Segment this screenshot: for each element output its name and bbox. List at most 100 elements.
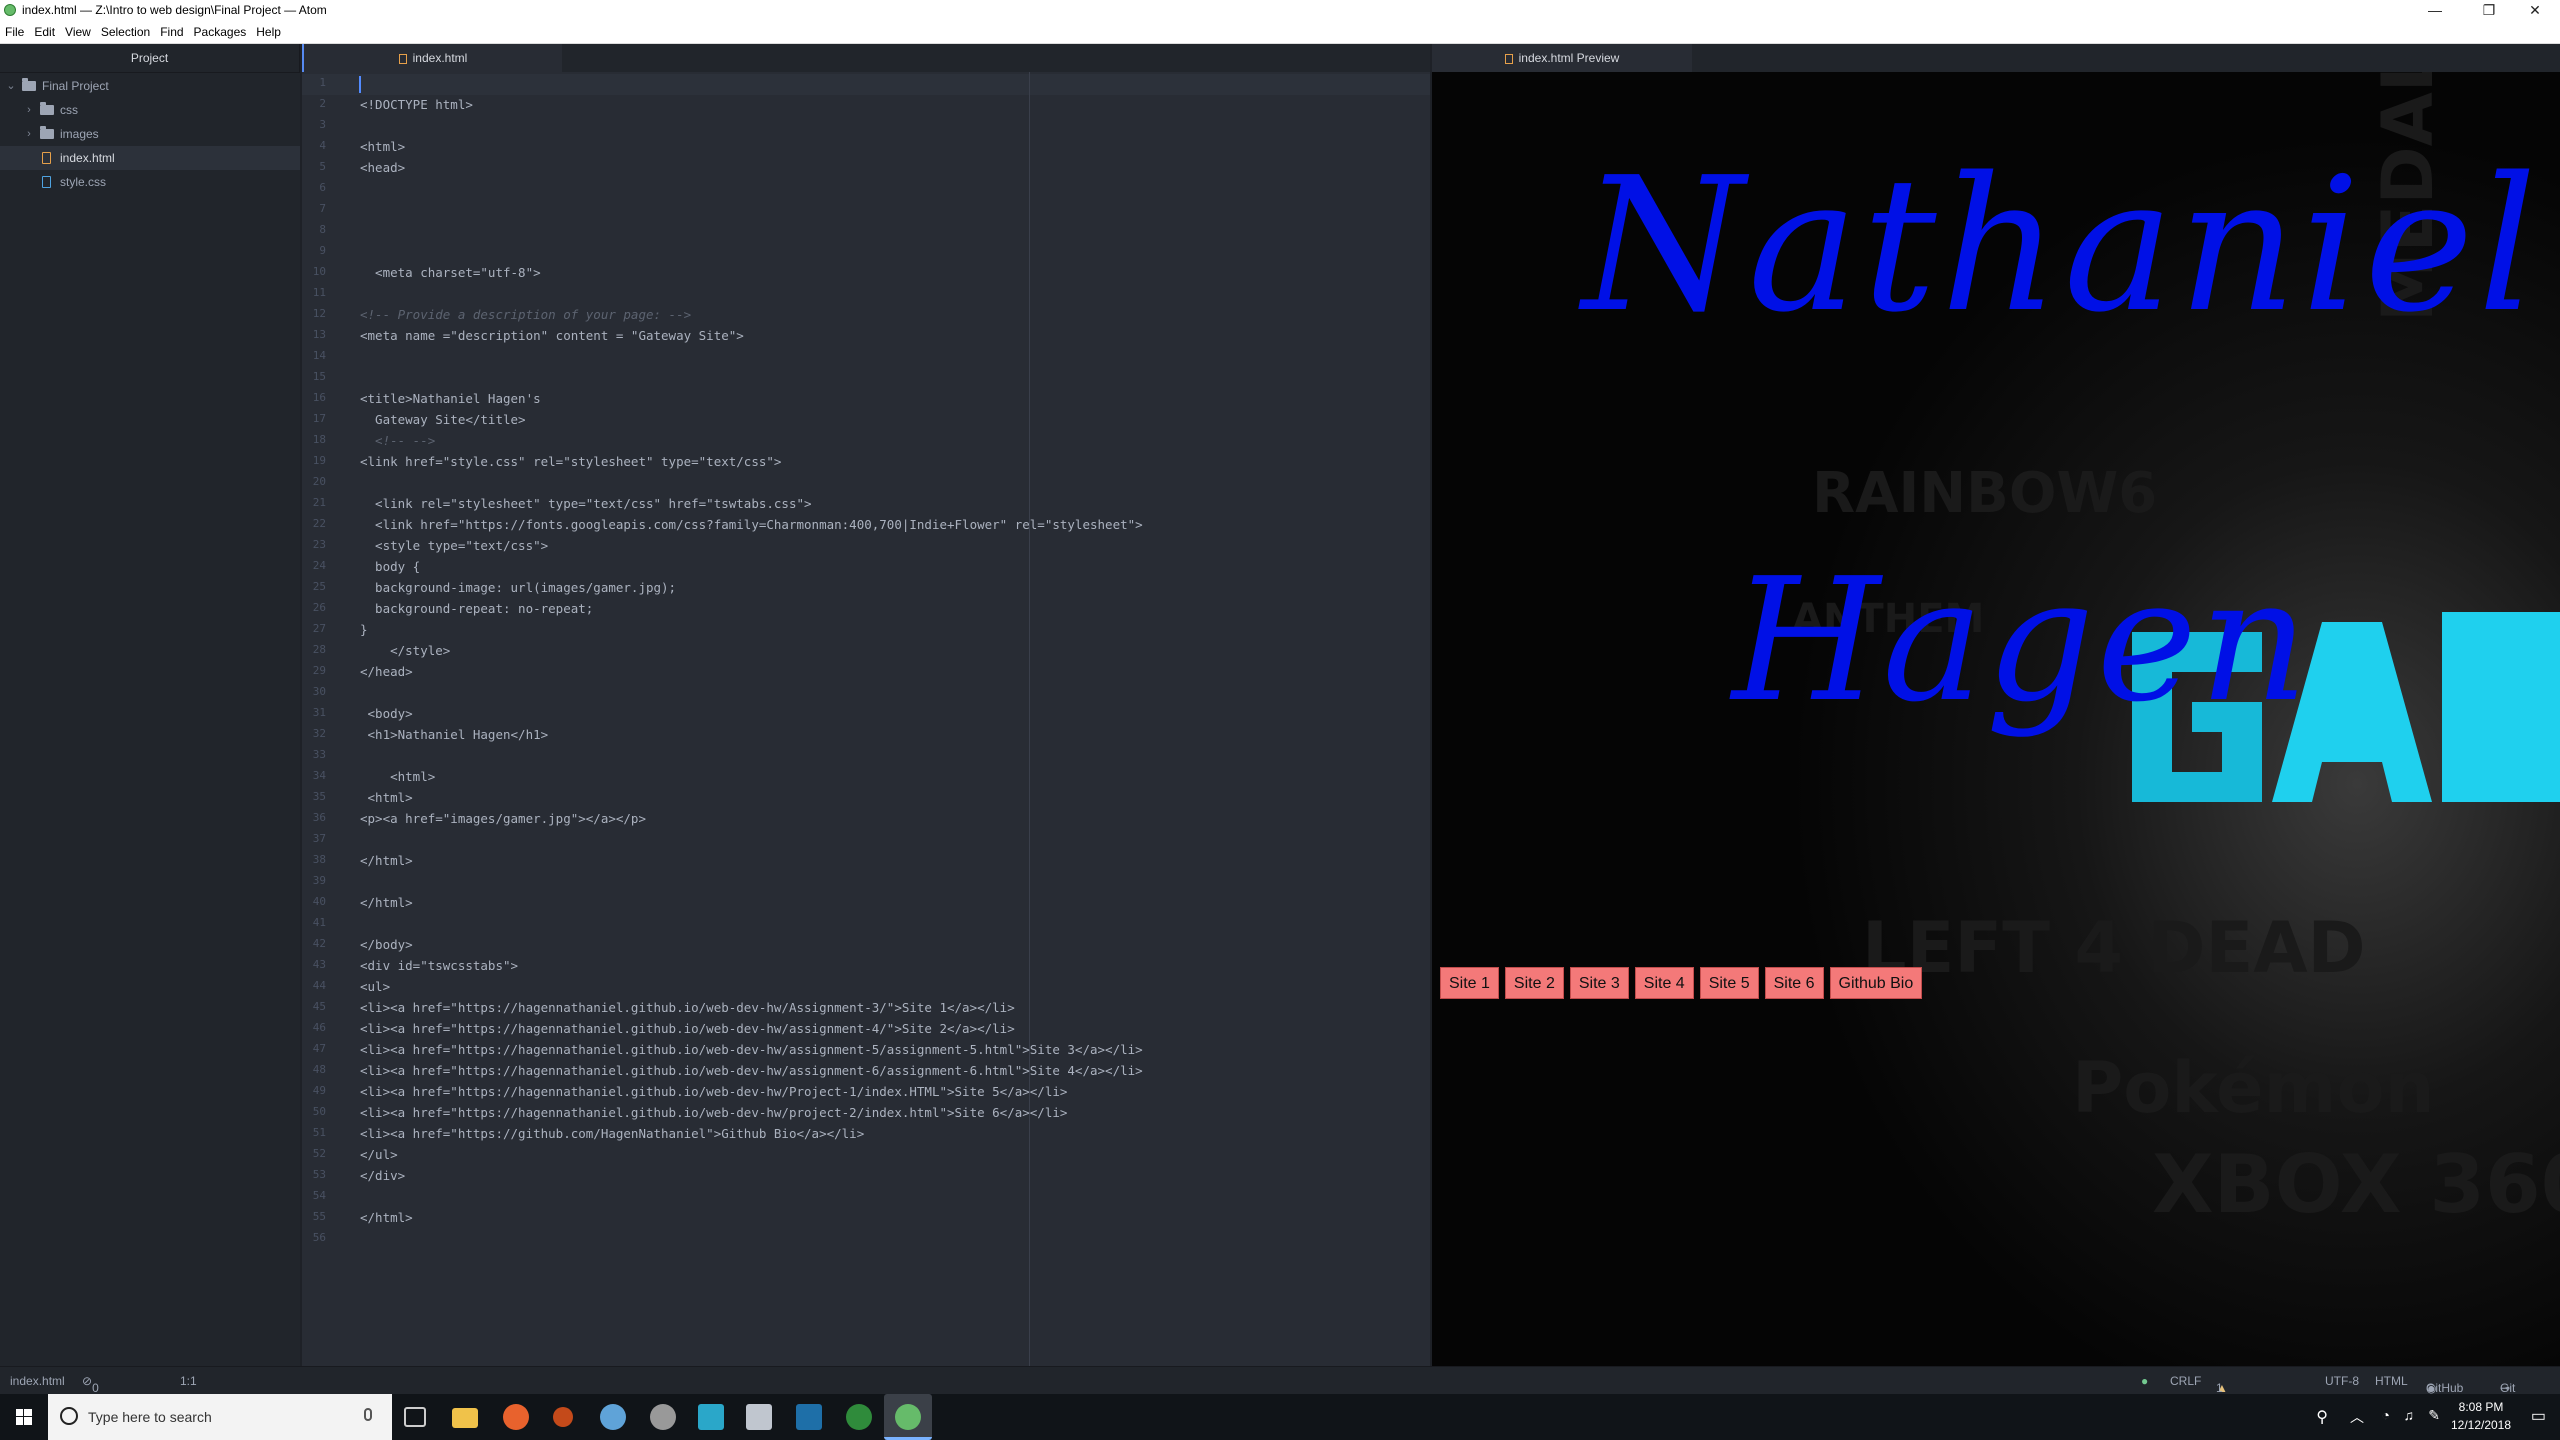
code-line: Gateway Site</title>	[360, 412, 526, 427]
minimize-button[interactable]: —	[2412, 0, 2458, 21]
pen-icon[interactable]: ✎	[2428, 1407, 2440, 1424]
steam-icon[interactable]	[650, 1404, 676, 1430]
code-line: <link href="https://fonts.googleapis.com…	[360, 517, 1143, 532]
line-number: 55	[312, 1210, 326, 1223]
menu-file[interactable]: File	[0, 21, 29, 39]
line-number: 46	[312, 1021, 326, 1034]
menu-packages[interactable]: Packages	[189, 21, 252, 39]
status-file-path[interactable]: index.html	[10, 1374, 65, 1388]
line-number: 56	[312, 1231, 326, 1244]
window-title: index.html — Z:\Intro to web design\Fina…	[22, 3, 327, 17]
code-line: <li><a href="https://hagennathaniel.gith…	[360, 1084, 1068, 1099]
tab-index-html-preview[interactable]: index.html Preview	[1432, 44, 1692, 72]
store-icon[interactable]	[698, 1404, 724, 1430]
tree-item-style-css[interactable]: style.css	[0, 170, 300, 194]
code-line: </ul>	[360, 1147, 398, 1162]
blizzard-icon[interactable]	[796, 1404, 822, 1430]
folder-icon	[40, 102, 54, 115]
nav-link-site-5[interactable]: Site 5	[1699, 967, 1759, 999]
line-number: 17	[312, 412, 326, 425]
line-number: 37	[312, 832, 326, 845]
volume-icon[interactable]: ♫	[2404, 1407, 2415, 1423]
nav-link-site-4[interactable]: Site 4	[1634, 967, 1694, 999]
close-button[interactable]: ✕	[2512, 0, 2558, 21]
line-number: 23	[312, 538, 326, 551]
chevron-down-icon[interactable]: ⌄	[4, 74, 18, 98]
firefox-icon[interactable]	[503, 1404, 529, 1430]
origin-icon[interactable]	[553, 1407, 573, 1427]
menu-selection[interactable]: Selection	[96, 21, 155, 39]
nav-link-site-3[interactable]: Site 3	[1569, 967, 1629, 999]
tree-item-index-html[interactable]: index.html	[0, 146, 300, 170]
tree-root-label: Final Project	[42, 79, 109, 93]
heading-line-2: Hagen	[1732, 542, 2311, 740]
svg-text:Pokémon: Pokémon	[2072, 1047, 2434, 1129]
restore-button[interactable]: ❐	[2466, 0, 2512, 21]
text-cursor	[359, 76, 361, 93]
chevron-right-icon[interactable]: ›	[22, 98, 36, 122]
code-line: </head>	[360, 664, 413, 679]
task-view-icon[interactable]	[404, 1407, 426, 1427]
tree-item-css[interactable]: › css	[0, 98, 300, 122]
html-file-icon	[398, 53, 407, 64]
nav-link-github-bio[interactable]: Github Bio	[1829, 967, 1923, 999]
code-line: <!-- -->	[360, 433, 436, 448]
cortana-icon	[60, 1407, 78, 1425]
atom-taskbar-icon[interactable]	[884, 1394, 932, 1440]
people-icon[interactable]: ⚲	[2316, 1407, 2328, 1427]
line-number: 47	[312, 1042, 326, 1055]
nav-link-site-6[interactable]: Site 6	[1764, 967, 1824, 999]
tree-item-label: images	[60, 127, 99, 141]
tree-item-label: css	[60, 103, 78, 117]
tree-root-folder[interactable]: ⌄ Final Project	[0, 74, 300, 98]
line-number: 34	[312, 769, 326, 782]
line-number: 35	[312, 790, 326, 803]
html-preview-pane: RAINBOW6 LEFT 4 DEAD XBOX 360 Pokémon AN…	[1432, 72, 2560, 1366]
line-number: 15	[312, 370, 326, 383]
chevron-right-icon[interactable]: ›	[22, 122, 36, 146]
network-icon[interactable]: ◔	[2382, 1407, 2390, 1423]
taskbar-search-box[interactable]: Type here to search	[48, 1394, 392, 1440]
file-explorer-icon[interactable]	[452, 1408, 478, 1428]
code-line: <p><a href="images/gamer.jpg"></a></p>	[360, 811, 646, 826]
line-number: 44	[312, 979, 326, 992]
windows-start-icon[interactable]	[0, 1394, 48, 1440]
status-grammar[interactable]: HTML	[2375, 1374, 2408, 1388]
menu-view[interactable]: View	[60, 21, 96, 39]
code-line: <li><a href="https://hagennathaniel.gith…	[360, 1000, 1015, 1015]
clock-time[interactable]: 8:08 PM	[2448, 1400, 2514, 1414]
nav-link-site-2[interactable]: Site 2	[1504, 967, 1564, 999]
status-diagnostics[interactable]: ⊘ 0 ▲0 ⓘ0	[82, 1374, 111, 1425]
code-line: <!DOCTYPE html>	[360, 97, 473, 112]
status-cursor-position[interactable]: 1:1	[180, 1374, 197, 1388]
code-line: </html>	[360, 895, 413, 910]
line-number: 4	[319, 139, 326, 152]
status-line-ending[interactable]: CRLF	[2170, 1374, 2201, 1388]
tree-item-images[interactable]: › images	[0, 122, 300, 146]
microphone-icon[interactable]	[364, 1408, 372, 1421]
clock-date[interactable]: 12/12/2018	[2448, 1418, 2514, 1432]
menu-find[interactable]: Find	[155, 21, 188, 39]
chevron-up-icon[interactable]: ︿	[2350, 1407, 2364, 1427]
code-editor[interactable]: 1 2 3 4 5 6 7 8 9 10 11 12 13 14 15 16 17 18 19 20 21 22 23 24 2…	[302, 72, 1430, 1366]
windows-taskbar: Type here to search ⚲ ︿ ◔ ♫ ✎ 8:08 PM 12…	[0, 1394, 2560, 1440]
notification-icon[interactable]: ▭	[2531, 1406, 2546, 1426]
menu-edit[interactable]: Edit	[29, 21, 60, 39]
tree-item-label: index.html	[60, 151, 115, 165]
line-number: 13	[312, 328, 326, 341]
nav-link-site-1[interactable]: Site 1	[1440, 967, 1499, 999]
code-line: </div>	[360, 1168, 406, 1183]
line-number: 32	[312, 727, 326, 740]
line-number: 6	[319, 181, 326, 194]
atom-logo-icon	[895, 1404, 921, 1430]
status-encoding[interactable]: UTF-8	[2325, 1374, 2359, 1388]
tab-index-html[interactable]: index.html	[302, 44, 562, 72]
line-number: 49	[312, 1084, 326, 1097]
menu-help[interactable]: Help	[251, 21, 286, 39]
xbox-icon[interactable]	[846, 1404, 872, 1430]
mail-icon[interactable]	[746, 1404, 772, 1430]
discord-icon[interactable]	[600, 1404, 626, 1430]
line-number: 22	[312, 517, 326, 530]
line-number: 10	[312, 265, 326, 278]
line-number: 50	[312, 1105, 326, 1118]
